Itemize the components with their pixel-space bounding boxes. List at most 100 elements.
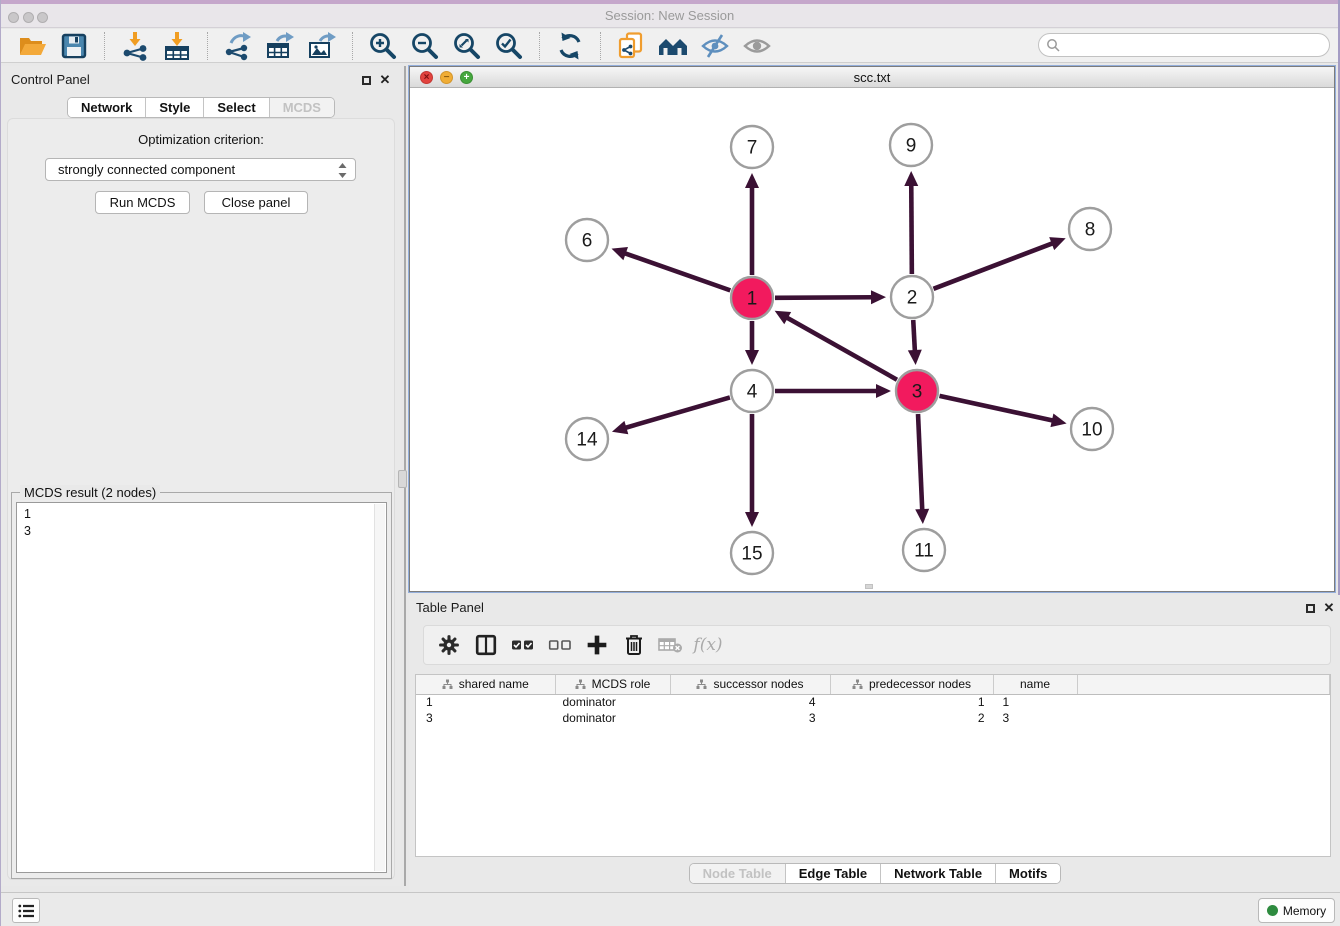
show-all-icon[interactable] bbox=[740, 31, 774, 61]
graph-edge-3-11[interactable] bbox=[918, 414, 922, 511]
edge-arrowhead bbox=[871, 290, 886, 304]
network-canvas[interactable]: 1234678910111415 bbox=[411, 89, 1335, 592]
zoom-out-icon[interactable] bbox=[408, 31, 442, 61]
tab-motifs[interactable]: Motifs bbox=[996, 864, 1060, 883]
mcds-result-area[interactable]: 1 3 bbox=[16, 502, 387, 873]
optimization-criterion-label: Optimization criterion: bbox=[1, 132, 401, 147]
column-header-successor-nodes[interactable]: successor nodes bbox=[670, 675, 830, 694]
delete-table-icon[interactable] bbox=[658, 632, 684, 658]
network-window: × − + scc.txt 1234678910111415 bbox=[409, 66, 1335, 592]
zoom-in-icon[interactable] bbox=[366, 31, 400, 61]
graph-edge-2-3[interactable] bbox=[913, 320, 915, 352]
optimization-criterion-select[interactable]: strongly connected component bbox=[45, 158, 356, 181]
graph-edge-3-10[interactable] bbox=[939, 396, 1053, 421]
zoom-fit-icon[interactable] bbox=[450, 31, 484, 61]
export-table-icon[interactable] bbox=[263, 31, 297, 61]
column-header-shared-name[interactable]: shared name bbox=[416, 675, 555, 694]
function-builder-icon[interactable]: f(x) bbox=[695, 632, 721, 658]
tab-node-table[interactable]: Node Table bbox=[690, 864, 786, 883]
result-scrollbar[interactable] bbox=[374, 504, 385, 871]
tab-network[interactable]: Network bbox=[68, 98, 146, 117]
tab-edge-table[interactable]: Edge Table bbox=[786, 864, 881, 883]
graph-node-label: 6 bbox=[582, 231, 593, 252]
export-image-icon[interactable] bbox=[305, 31, 339, 61]
float-panel-icon[interactable] bbox=[359, 73, 373, 87]
close-panel-icon[interactable]: ✕ bbox=[378, 73, 392, 87]
toolbar-separator bbox=[104, 32, 105, 60]
toolbar-separator bbox=[207, 32, 208, 60]
column-header-filler bbox=[1077, 675, 1330, 694]
table-header-row: shared name MCDS role successor nodes pr… bbox=[416, 675, 1330, 694]
node-table[interactable]: shared name MCDS role successor nodes pr… bbox=[415, 674, 1331, 857]
network-window-titlebar[interactable]: × − + scc.txt bbox=[410, 67, 1334, 88]
edge-arrowhead bbox=[745, 350, 759, 365]
tab-select[interactable]: Select bbox=[204, 98, 269, 117]
search-input[interactable] bbox=[1038, 33, 1330, 57]
control-panel-title: Control Panel bbox=[11, 72, 90, 87]
tab-mcds[interactable]: MCDS bbox=[270, 98, 334, 117]
hierarchy-icon bbox=[442, 679, 453, 690]
table-panel: Table Panel ✕ f(x) bbox=[409, 595, 1340, 892]
mcds-result-group: MCDS result (2 nodes) 1 3 bbox=[11, 492, 392, 879]
graph-node-label: 8 bbox=[1085, 220, 1096, 241]
add-row-icon[interactable] bbox=[584, 632, 610, 658]
select-all-icon[interactable] bbox=[510, 632, 536, 658]
search-icon bbox=[1046, 38, 1060, 52]
table-toolbar: f(x) bbox=[423, 625, 1331, 665]
delete-icon[interactable] bbox=[621, 632, 647, 658]
import-table-icon[interactable] bbox=[160, 31, 194, 61]
graph-edge-2-9[interactable] bbox=[911, 184, 912, 274]
edge-arrowhead bbox=[876, 384, 891, 398]
column-header-predecessor-nodes[interactable]: predecessor nodes bbox=[830, 675, 993, 694]
graph-node-label: 3 bbox=[912, 382, 923, 403]
graph-edge-1-2[interactable] bbox=[775, 297, 873, 298]
import-network-icon[interactable] bbox=[118, 31, 152, 61]
table-float-icon[interactable] bbox=[1303, 601, 1317, 615]
hide-selected-icon[interactable] bbox=[698, 31, 732, 61]
tab-style[interactable]: Style bbox=[146, 98, 204, 117]
graph-node-label: 7 bbox=[747, 138, 758, 159]
table-row[interactable]: 1dominator411 bbox=[416, 694, 1330, 710]
edge-arrowhead bbox=[745, 512, 759, 527]
close-panel-button[interactable]: Close panel bbox=[204, 191, 308, 214]
show-columns-icon[interactable] bbox=[473, 632, 499, 658]
mcds-result-title: MCDS result (2 nodes) bbox=[20, 485, 160, 500]
window-title: Session: New Session bbox=[1, 8, 1338, 23]
table-panel-tabs: Node Table Edge Table Network Table Moti… bbox=[689, 863, 1062, 884]
chevron-updown-icon bbox=[337, 162, 348, 182]
hierarchy-icon bbox=[696, 679, 707, 690]
edge-arrowhead bbox=[904, 171, 918, 186]
refresh-icon[interactable] bbox=[553, 31, 587, 61]
table-settings-icon[interactable] bbox=[436, 632, 462, 658]
graph-edge-2-8[interactable] bbox=[933, 243, 1053, 289]
table-row[interactable]: 3dominator323 bbox=[416, 710, 1330, 726]
open-session-icon[interactable] bbox=[15, 31, 49, 61]
graph-node-label: 4 bbox=[747, 382, 758, 403]
toolbar-separator bbox=[539, 32, 540, 60]
column-header-name[interactable]: name bbox=[993, 675, 1077, 694]
tab-network-table[interactable]: Network Table bbox=[881, 864, 996, 883]
memory-button[interactable]: Memory bbox=[1258, 898, 1335, 923]
export-network-icon[interactable] bbox=[221, 31, 255, 61]
column-header-mcds-role[interactable]: MCDS role bbox=[555, 675, 670, 694]
frame-resize-handle[interactable] bbox=[865, 584, 873, 589]
save-session-icon[interactable] bbox=[57, 31, 91, 61]
graph-edge-4-14[interactable] bbox=[624, 397, 729, 428]
first-neighbors-icon[interactable] bbox=[656, 31, 690, 61]
graph-edge-3-1[interactable] bbox=[786, 317, 897, 380]
hierarchy-icon bbox=[575, 679, 586, 690]
graph-node-label: 11 bbox=[914, 541, 934, 562]
graph-node-label: 1 bbox=[747, 289, 758, 310]
task-history-button[interactable] bbox=[12, 898, 40, 923]
splitter-handle[interactable] bbox=[398, 470, 407, 488]
edge-arrowhead bbox=[908, 350, 922, 365]
memory-status-icon bbox=[1267, 905, 1278, 916]
duplicate-network-icon[interactable] bbox=[614, 31, 648, 61]
selected-option: strongly connected component bbox=[58, 162, 235, 177]
table-close-icon[interactable]: ✕ bbox=[1322, 601, 1336, 615]
graph-edge-1-6[interactable] bbox=[624, 253, 731, 290]
zoom-selected-icon[interactable] bbox=[492, 31, 526, 61]
run-mcds-button[interactable]: Run MCDS bbox=[95, 191, 190, 214]
hierarchy-icon bbox=[852, 679, 863, 690]
deselect-all-icon[interactable] bbox=[547, 632, 573, 658]
